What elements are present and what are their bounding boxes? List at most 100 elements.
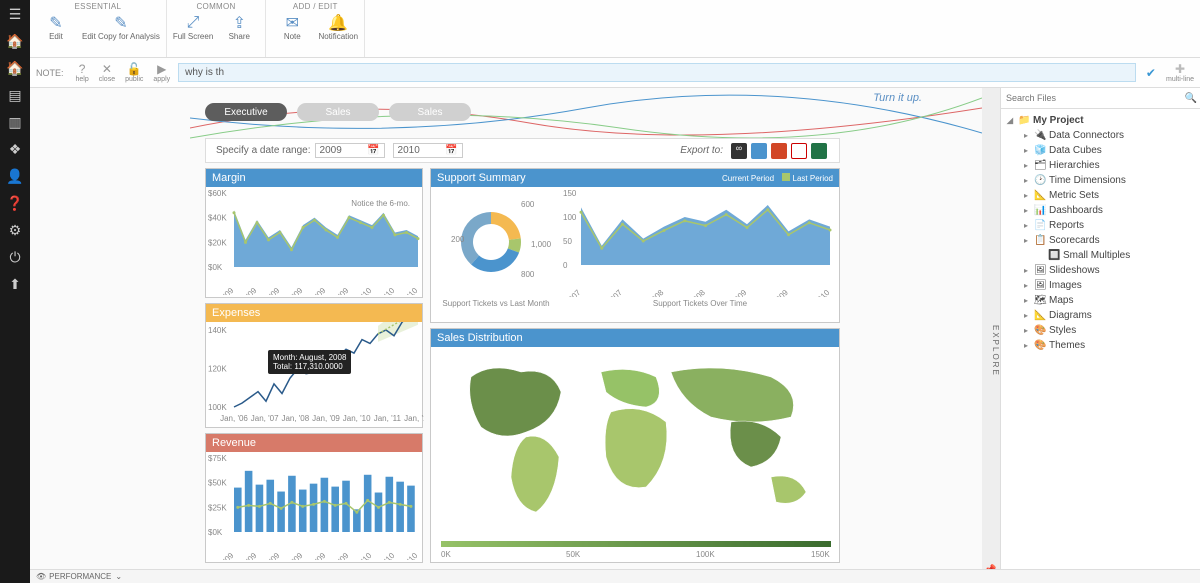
svg-text:Sep'09: Sep'09 [304,551,328,560]
note-confirm-icon[interactable]: ✔ [1146,66,1156,80]
home2-icon[interactable]: 🏠 [6,60,23,77]
edit-button[interactable]: ✎Edit [36,13,76,42]
share-button-icon: ⇪ [233,13,246,33]
svg-text:January, 2008: January, 2008 [624,288,666,297]
edit-copy-button-icon: ✎ [114,13,127,33]
tab-0[interactable]: Executive [205,103,287,121]
export-image-icon[interactable] [751,143,767,159]
search-box: 🔍 [1001,88,1200,109]
svg-text:Mar'09: Mar'09 [235,551,259,560]
margin-panel: Margin $0K$20K$40K$60KJan'09Mar'09May'09… [205,168,423,298]
svg-text:Nov'09: Nov'09 [327,286,351,295]
svg-text:140K: 140K [208,326,227,335]
export-dundas-icon[interactable]: ∞ [731,143,747,159]
tree-item[interactable]: ▸📊Dashboards [1001,203,1200,218]
svg-text:Nov'09: Nov'09 [327,551,351,560]
svg-text:Jan, '07: Jan, '07 [251,414,279,423]
eye-icon: 👁 [36,572,46,581]
tree-item[interactable]: ▸🗺Maps [1001,293,1200,308]
svg-text:Jul'09: Jul'09 [283,551,304,560]
svg-text:Jan, '12: Jan, '12 [404,414,424,423]
support-header: Support Summary Current Period Last Peri… [431,169,839,187]
note-input[interactable] [178,63,1136,82]
note-help[interactable]: ?help [72,62,93,83]
search-icon[interactable]: 🔍 [1185,93,1197,104]
note-apply[interactable]: ▶apply [149,62,174,83]
tree-item[interactable]: ▸📄Reports [1001,218,1200,233]
notification-button[interactable]: 🔔Notification [318,13,358,42]
tree-item[interactable]: ▸🗂Hierarchies [1001,158,1200,173]
file-tree: ◢📁My Project▸🔌Data Connectors▸🧊Data Cube… [1001,109,1200,583]
margin-note: Notice the 6-mo. [351,199,410,208]
svg-text:200: 200 [451,235,465,244]
doc-icon[interactable]: ▤ [8,87,21,104]
tree-item[interactable]: ▸🎨Themes [1001,338,1200,353]
scale-tick: 150K [811,550,830,559]
note-public[interactable]: 🔓public [121,62,147,83]
note-button[interactable]: ✉Note [272,13,312,42]
help-icon[interactable]: ❓ [6,195,23,212]
up-icon[interactable]: ⬆ [9,276,21,293]
svg-text:May'09: May'09 [257,551,282,560]
fullscreen-button-icon: ⤢ [187,13,200,33]
svg-text:Mar'09: Mar'09 [235,286,259,295]
gear-icon[interactable]: ⚙ [9,222,22,239]
svg-text:May'10: May'10 [395,551,420,560]
fullscreen-button[interactable]: ⤢Full Screen [173,13,213,42]
export-excel-icon[interactable] [811,143,827,159]
edit-button-icon: ✎ [49,13,62,33]
tab-1[interactable]: Sales [297,103,379,121]
svg-text:1,000: 1,000 [531,240,552,249]
leaf-icon[interactable]: ❖ [9,141,22,158]
donut-caption: Support Tickets vs Last Month [431,299,561,308]
chevron-down-icon: ⌄ [115,572,122,581]
left-sidebar: ☰ 🏠 🏠 ▤ ▥ ❖ 👤 ❓ ⚙ ⏻ ⬆ [0,0,30,583]
svg-text:July, 2009: July, 2009 [758,288,790,297]
tree-item[interactable]: ▸🎨Styles [1001,323,1200,338]
tree-item[interactable]: ▸🔌Data Connectors [1001,128,1200,143]
menu-icon[interactable]: ☰ [9,6,22,23]
date-from-input[interactable]: 2009📅 [315,143,385,158]
plus-icon: ✚ [1175,62,1185,76]
tree-item[interactable]: ▸📐Metric Sets [1001,188,1200,203]
svg-text:$25K: $25K [208,503,227,512]
note-close[interactable]: ✕close [95,62,119,83]
distribution-header: Sales Distribution [431,329,839,347]
svg-text:Mar'10: Mar'10 [373,286,397,295]
export-powerpoint-icon[interactable] [771,143,787,159]
tree-root[interactable]: ◢📁My Project [1001,113,1200,128]
share-button[interactable]: ⇪Share [219,13,259,42]
edit-copy-button[interactable]: ✎Edit Copy for Analysis [82,13,160,42]
ribbon-group-title: ADD / EDIT [293,2,338,11]
scale-tick: 100K [696,550,715,559]
performance-bar[interactable]: 👁 PERFORMANCE ⌄ [30,569,1200,583]
tree-item[interactable]: ▸🖼Slideshows [1001,263,1200,278]
scale-tick: 0K [441,550,451,559]
legend-current-swatch [712,173,720,181]
tree-item[interactable]: ▸🕑Time Dimensions [1001,173,1200,188]
note-multiline[interactable]: ✚ multi-line [1166,62,1194,83]
distribution-panel: Sales Distribution 0K 50K 100K 150K [430,328,840,563]
user-icon[interactable]: 👤 [6,168,23,185]
tree-item[interactable]: ▸🧊Data Cubes [1001,143,1200,158]
home-icon[interactable]: 🏠 [6,33,23,50]
svg-text:Jan'09: Jan'09 [213,551,236,560]
tab-2[interactable]: Sales [389,103,471,121]
search-input[interactable] [1004,91,1185,105]
controls-bar: Specify a date range: 2009📅 2010📅 Export… [205,138,840,163]
legend-last-swatch [782,173,790,181]
ribbon-group-title: ESSENTIAL [75,2,122,11]
export-pdf-icon[interactable] [791,143,807,159]
tree-item[interactable]: ▸🖼Images [1001,278,1200,293]
tree-item[interactable]: 🔲Small Multiples [1001,248,1200,263]
tree-item[interactable]: ▸📋Scorecards [1001,233,1200,248]
note-label: NOTE: [36,68,64,78]
tree-item[interactable]: ▸📐Diagrams [1001,308,1200,323]
power-icon[interactable]: ⏻ [9,249,20,266]
svg-text:$40K: $40K [208,214,227,223]
margin-header: Margin [206,169,422,187]
svg-text:January, 2010: January, 2010 [790,288,832,297]
book-icon[interactable]: ▥ [8,114,21,131]
explore-handle[interactable]: EXPLORE 📌 [982,88,1000,583]
date-to-input[interactable]: 2010📅 [393,143,463,158]
